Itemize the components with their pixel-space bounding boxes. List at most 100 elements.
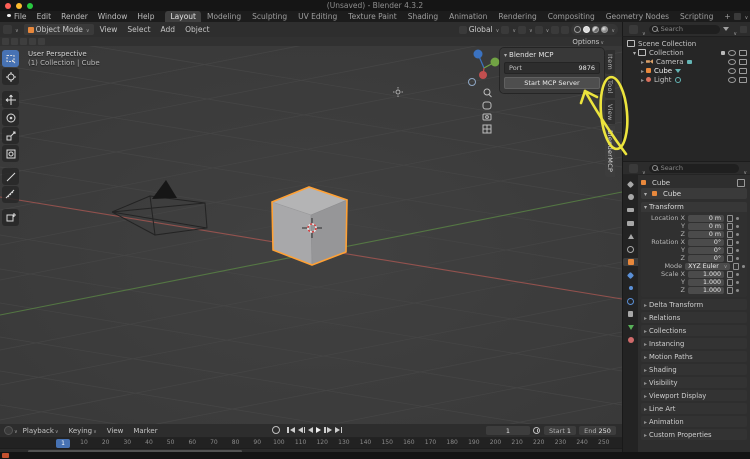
tool-option-icon[interactable] [20,38,27,45]
tab-tool[interactable] [625,180,636,188]
menu-select[interactable]: Select [123,25,154,34]
value-field[interactable]: 1.000 [688,279,724,286]
value-field[interactable]: 0° [688,239,724,246]
value-field[interactable]: XYZ Euler [685,263,730,270]
viewport-3d[interactable]: User Perspective (1) Collection | Cube B… [0,46,622,424]
tab-physics[interactable] [625,297,636,305]
tab-view-layer[interactable] [625,219,636,227]
outliner-row-light[interactable]: Light [623,75,750,84]
render-visibility-icon[interactable] [739,59,747,65]
workspace-tab[interactable]: Layout [165,11,201,22]
tab-modifiers[interactable] [625,271,636,279]
auto-key-button[interactable] [272,426,280,434]
section-header[interactable]: Collections [641,325,747,336]
solid-shading-icon[interactable] [583,26,590,33]
frame-end-field[interactable]: End250 [579,426,616,435]
tab-data[interactable] [625,323,636,331]
value-field[interactable]: 0 m [688,215,724,222]
tab-constraints[interactable] [625,310,636,318]
section-header[interactable]: Viewport Display [641,390,747,401]
menu-marker[interactable]: Marker [128,427,162,435]
scene-dropdown-icon[interactable] [744,12,749,21]
animate-dot-icon[interactable] [736,257,739,260]
section-header[interactable]: Custom Properties [641,429,747,440]
sidebar-tab[interactable]: Tool [605,76,615,98]
transform-orientation-dropdown[interactable]: Global [459,25,500,34]
menu-help[interactable]: Help [132,12,159,21]
menu-keying[interactable]: Keying [64,427,102,435]
value-field[interactable]: 0° [688,247,724,254]
tool-option-icon[interactable] [38,38,45,45]
select-box-tool[interactable] [2,50,19,67]
animate-dot-icon[interactable] [736,217,739,220]
properties-search-input[interactable]: Search [649,164,740,173]
menu-window[interactable]: Window [93,12,133,21]
value-field[interactable]: 1.000 [688,287,724,294]
value-field[interactable]: 0 m [688,223,724,230]
editor-type-dropdown-icon[interactable] [14,25,19,34]
animate-dot-icon[interactable] [736,233,739,236]
hide-eye-icon[interactable] [728,77,736,83]
show-gizmo-icon[interactable] [551,26,559,34]
section-header[interactable]: Visibility [641,377,747,388]
annotate-tool[interactable] [2,168,19,185]
tool-option-icon[interactable] [11,38,18,45]
section-header[interactable]: Line Art [641,403,747,414]
rendered-shading-icon[interactable] [601,26,608,33]
lock-icon[interactable] [727,239,733,246]
add-cube-tool[interactable] [2,209,19,226]
breadcrumb-object[interactable]: Cube [652,179,670,187]
section-header[interactable]: Shading [641,364,747,375]
menu-object[interactable]: Object [181,25,213,34]
lock-icon[interactable] [727,247,733,254]
shading-dropdown-icon[interactable] [610,25,615,34]
animate-dot-icon[interactable] [736,249,739,252]
workspace-tab[interactable]: Compositing [543,11,600,22]
render-visibility-icon[interactable] [739,50,747,56]
proportional-editing-icon[interactable] [535,26,543,34]
prev-keyframe-button[interactable] [298,427,306,433]
mcp-panel-header[interactable]: Blender MCP [504,51,600,59]
tool-option-icon[interactable] [29,38,36,45]
properties-editor-icon[interactable] [629,164,638,173]
hide-eye-icon[interactable] [728,68,736,74]
tab-particles[interactable] [625,284,636,292]
workspace-tab[interactable]: Sculpting [247,11,292,22]
scale-tool[interactable] [2,127,19,144]
menu-edit[interactable]: Edit [32,12,57,21]
sidebar-tab[interactable]: View [605,100,615,125]
animate-dot-icon[interactable] [736,281,739,284]
current-frame-field[interactable]: 1 [486,426,530,435]
snap-magnet-icon[interactable] [518,26,526,34]
tab-world[interactable] [625,245,636,253]
section-header[interactable]: Delta Transform [641,299,747,310]
workspace-tab[interactable]: Scripting [675,11,718,22]
lock-icon[interactable] [727,215,733,222]
value-field[interactable]: 0 m [688,231,724,238]
jump-to-end-button[interactable] [335,427,343,433]
menu-file[interactable]: File [9,12,32,21]
object-mode-dropdown[interactable]: Object Mode [24,24,94,35]
cursor-tool[interactable] [2,68,19,85]
lock-icon[interactable] [727,255,733,262]
collection-checkbox[interactable] [721,51,725,55]
lock-icon[interactable] [727,287,733,294]
next-keyframe-button[interactable] [324,427,332,433]
menu-add[interactable]: Add [157,25,180,34]
tab-object[interactable] [623,258,638,266]
menu-view[interactable]: View [102,427,129,435]
preview-range-clock-icon[interactable] [533,427,540,434]
animate-dot-icon[interactable] [736,225,739,228]
editor-type-icon[interactable] [3,25,12,34]
outliner-row-cube[interactable]: Cube [623,66,750,75]
tab-render[interactable] [625,193,636,201]
measure-tool[interactable] [2,186,19,203]
start-mcp-server-button[interactable]: Start MCP Server [504,77,600,89]
workspace-tab[interactable]: Texture Paint [343,11,401,22]
pin-tool-icon[interactable] [737,179,745,187]
play-reverse-button[interactable] [308,427,313,433]
workspace-tab[interactable]: UV Editing [293,11,342,22]
section-header[interactable]: Relations [641,312,747,323]
lock-icon[interactable] [727,223,733,230]
object-name-box[interactable]: Cube [641,188,747,199]
